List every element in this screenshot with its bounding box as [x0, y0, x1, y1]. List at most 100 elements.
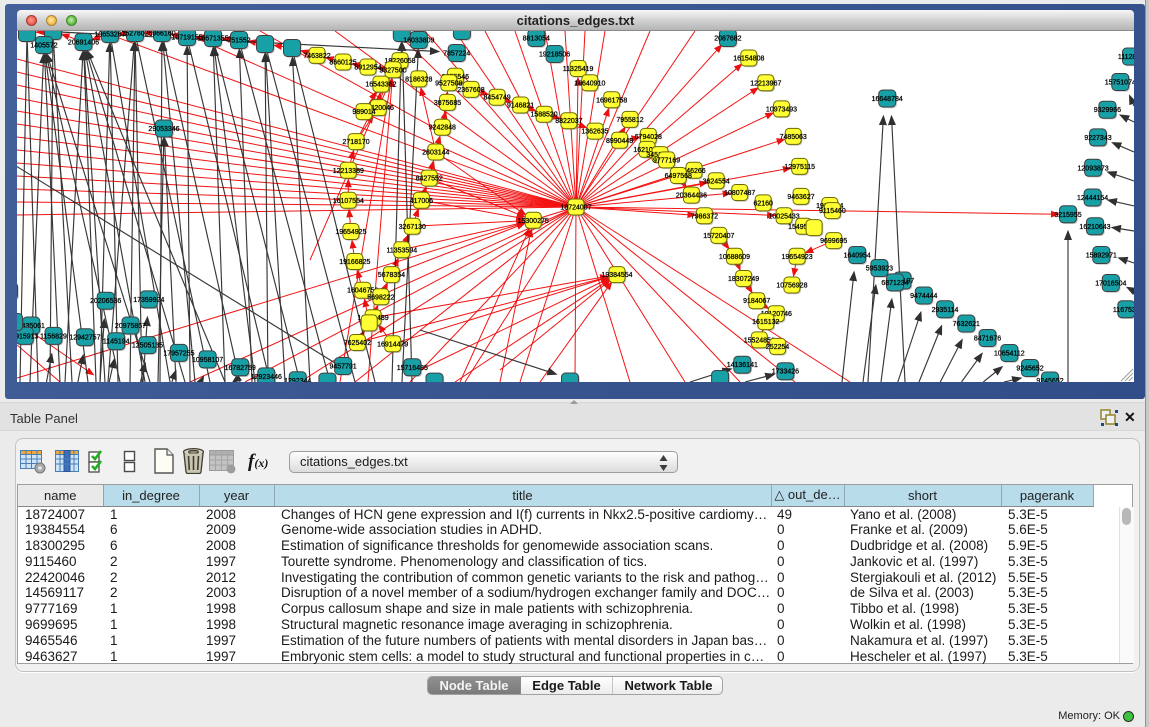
- svg-text:2803144: 2803144: [422, 150, 449, 157]
- svg-text:1112843: 1112843: [1118, 54, 1134, 61]
- svg-text:15892971: 15892971: [1086, 253, 1117, 260]
- svg-text:1405572: 1405572: [30, 43, 57, 50]
- svg-text:10654112: 10654112: [994, 351, 1025, 358]
- svg-text:9245652: 9245652: [1036, 378, 1063, 382]
- svg-text:16107554: 16107554: [333, 198, 364, 205]
- svg-text:12505135: 12505135: [132, 343, 163, 350]
- svg-text:8912954: 8912954: [354, 65, 381, 72]
- svg-text:10688609: 10688609: [719, 254, 750, 261]
- svg-text:7632621: 7632621: [953, 321, 980, 328]
- svg-text:12444154: 12444154: [1077, 195, 1108, 202]
- svg-text:12942757: 12942757: [69, 335, 100, 342]
- svg-text:2367608: 2367608: [457, 87, 484, 94]
- svg-text:18724007: 18724007: [560, 205, 591, 212]
- svg-text:10807487: 10807487: [724, 190, 755, 197]
- svg-text:1615132: 1615132: [752, 319, 779, 326]
- svg-text:9242848: 9242848: [429, 125, 456, 132]
- svg-text:8427552: 8427552: [416, 176, 443, 183]
- svg-text:16961758: 16961758: [596, 97, 627, 104]
- svg-text:17957255: 17957255: [163, 350, 194, 357]
- svg-text:9699695: 9699695: [820, 238, 847, 245]
- svg-text:9474444: 9474444: [910, 293, 937, 300]
- svg-text:18640910: 18640910: [574, 80, 605, 87]
- svg-text:10958107: 10958107: [192, 357, 223, 364]
- svg-text:1588520: 1588520: [530, 112, 557, 119]
- svg-text:989014: 989014: [352, 109, 375, 116]
- svg-text:14136141: 14136141: [727, 362, 758, 369]
- svg-text:20975867: 20975867: [115, 323, 146, 330]
- svg-text:18307249: 18307249: [728, 276, 759, 283]
- svg-text:3215955: 3215955: [1054, 212, 1081, 219]
- svg-text:29053346: 29053346: [148, 126, 179, 133]
- svg-text:1145194: 1145194: [103, 339, 130, 346]
- svg-text:751552: 751552: [227, 38, 250, 45]
- svg-text:16210643: 16210643: [1079, 224, 1110, 231]
- svg-text:20691406: 20691406: [68, 40, 99, 47]
- svg-text:17016504: 17016504: [1095, 281, 1126, 288]
- svg-text:1156829: 1156829: [40, 333, 67, 340]
- svg-text:12923446: 12923446: [251, 374, 282, 381]
- svg-text:20364436: 20364436: [676, 193, 707, 200]
- svg-text:10756928: 10756928: [776, 283, 807, 290]
- svg-text:12093873: 12093873: [1078, 165, 1109, 172]
- svg-text:15720407: 15720407: [703, 233, 734, 240]
- svg-text:11353594: 11353594: [386, 247, 417, 254]
- svg-text:1640954: 1640954: [844, 253, 871, 260]
- svg-text:2087682: 2087682: [714, 36, 741, 43]
- svg-text:12975115: 12975115: [784, 164, 815, 171]
- svg-text:3624554: 3624554: [703, 178, 730, 185]
- svg-text:9115460: 9115460: [819, 208, 846, 215]
- svg-text:1167534: 1167534: [1113, 307, 1134, 314]
- svg-text:15751074: 15751074: [1105, 80, 1134, 87]
- svg-text:3267130: 3267130: [399, 224, 426, 231]
- svg-text:16154808: 16154808: [733, 56, 764, 63]
- svg-text:8990448: 8990448: [606, 138, 633, 145]
- svg-text:15300275: 15300275: [518, 218, 549, 225]
- svg-text:1292344: 1292344: [284, 378, 311, 382]
- svg-text:8813054: 8813054: [523, 36, 550, 43]
- svg-text:2718170: 2718170: [342, 139, 369, 146]
- svg-text:2935114: 2935114: [932, 307, 959, 314]
- svg-text:6497568: 6497568: [665, 173, 692, 180]
- svg-text:9184067: 9184067: [743, 298, 770, 305]
- svg-text:9457791: 9457791: [329, 364, 356, 371]
- svg-text:62160: 62160: [753, 200, 773, 207]
- svg-text:5953923: 5953923: [866, 266, 893, 273]
- svg-text:10025433: 10025433: [769, 213, 800, 220]
- svg-text:17359924: 17359924: [133, 297, 164, 304]
- svg-text:19166825: 19166825: [339, 259, 370, 266]
- svg-text:7986372: 7986372: [691, 213, 718, 220]
- svg-text:252254: 252254: [766, 344, 789, 351]
- svg-text:7625402: 7625402: [344, 340, 371, 347]
- svg-text:8454749: 8454749: [483, 95, 510, 102]
- svg-text:16033809: 16033809: [403, 38, 434, 45]
- svg-text:7955812: 7955812: [616, 117, 643, 124]
- svg-text:10973493: 10973493: [766, 106, 797, 113]
- svg-text:12213389: 12213389: [333, 168, 364, 175]
- svg-text:7485063: 7485063: [780, 134, 807, 141]
- svg-text:12213967: 12213967: [750, 80, 781, 87]
- svg-text:15716485: 15716485: [397, 365, 428, 372]
- svg-text:3875685: 3875685: [434, 100, 461, 107]
- svg-text:16671355: 16671355: [197, 36, 228, 43]
- svg-text:9245652: 9245652: [1016, 366, 1043, 373]
- svg-text:16782759: 16782759: [225, 365, 256, 372]
- svg-text:9777169: 9777169: [653, 157, 680, 164]
- svg-text:6794028: 6794028: [635, 134, 662, 141]
- svg-text:7463822: 7463822: [303, 53, 330, 60]
- svg-text:9146821: 9146821: [507, 103, 534, 110]
- svg-text:9329966: 9329966: [1094, 107, 1121, 114]
- svg-text:9227343: 9227343: [1084, 135, 1111, 142]
- svg-text:16543362: 16543362: [365, 82, 396, 89]
- svg-text:8660125: 8660125: [329, 60, 356, 67]
- svg-text:3915913: 3915913: [17, 333, 39, 340]
- svg-text:19654923: 19654923: [782, 254, 813, 261]
- svg-text:19218506: 19218506: [539, 52, 570, 59]
- svg-text:6871234: 6871234: [881, 280, 908, 287]
- svg-text:1362635: 1362635: [581, 129, 608, 136]
- svg-text:1527602: 1527602: [121, 31, 148, 38]
- svg-text:16914479: 16914479: [377, 341, 408, 348]
- svg-text:7857224: 7857224: [443, 51, 470, 58]
- svg-text:8471676: 8471676: [974, 336, 1001, 343]
- svg-text:5678354: 5678354: [378, 272, 405, 279]
